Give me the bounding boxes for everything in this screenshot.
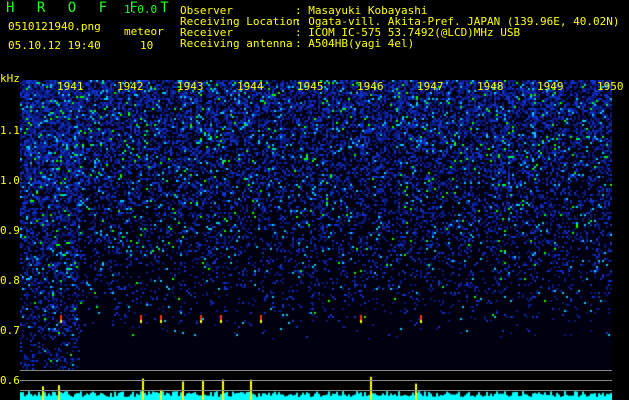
divider <box>20 390 612 391</box>
time-tick-label: 1947 <box>417 80 444 93</box>
meteor-label: meteor <box>124 25 164 38</box>
y-unit: kHz <box>0 72 20 85</box>
meteor-count: 10 <box>140 39 154 52</box>
time-tick-label: 1941 <box>57 80 84 93</box>
y-tick-label: 1.1 <box>0 124 20 137</box>
y-tick-label: 0.7 <box>0 324 20 337</box>
y-tick-label: 0.6 <box>0 374 20 387</box>
time-tick-label: 1945 <box>297 80 324 93</box>
time-tick-label: 1942 <box>117 80 144 93</box>
info-label: Receiving antenna <box>180 37 293 50</box>
app-version: 1.0.0 <box>124 3 158 16</box>
time-tick-label: 1944 <box>237 80 264 93</box>
time-tick-label: 1948 <box>477 80 504 93</box>
divider <box>20 370 612 371</box>
file-name: 0510121940.png <box>8 20 101 33</box>
file-datetime: 05.10.12 19:40 <box>8 39 101 52</box>
divider <box>20 380 612 381</box>
y-tick-label: 1.0 <box>0 174 20 187</box>
info-value: : A504HB(yagi 4el) <box>295 37 415 50</box>
time-tick-label: 1946 <box>357 80 384 93</box>
y-tick-label: 0.9 <box>0 224 20 237</box>
spectrogram <box>20 80 612 370</box>
time-tick-label: 1950 <box>597 80 624 93</box>
time-tick-label: 1943 <box>177 80 204 93</box>
y-tick-label: 0.8 <box>0 274 20 287</box>
time-tick-label: 1949 <box>537 80 564 93</box>
meteor-histogram <box>20 368 612 400</box>
